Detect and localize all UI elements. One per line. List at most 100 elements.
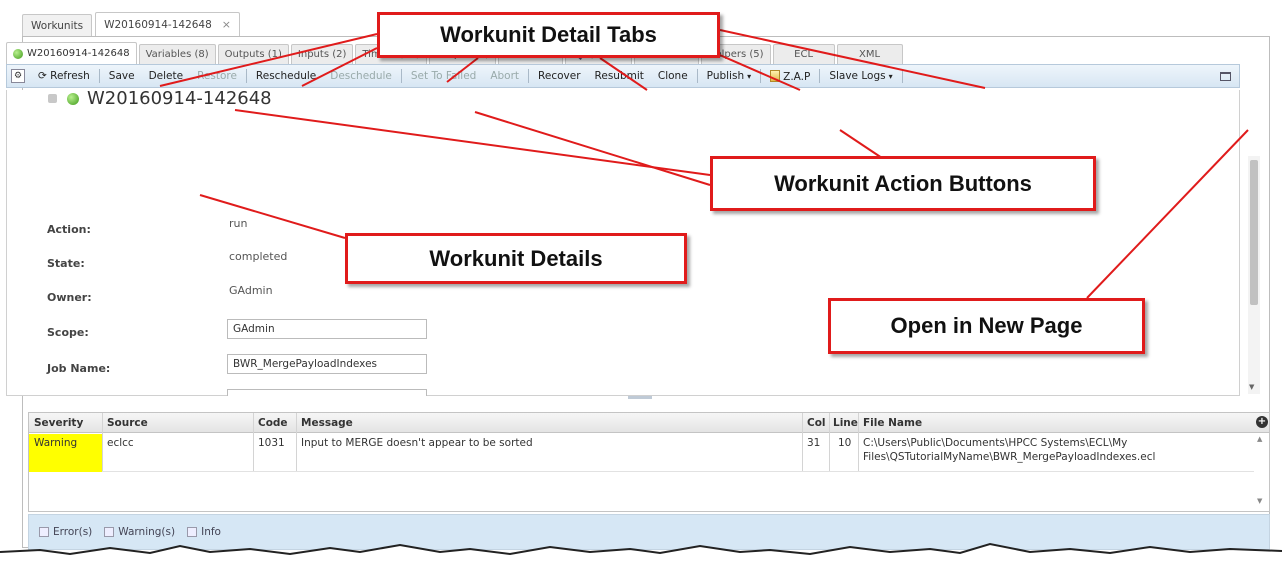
slave-logs-button[interactable]: Slave Logs ▾ (822, 70, 899, 82)
toolbar-divider (528, 69, 530, 83)
chevron-down-icon[interactable]: ▼ (1257, 497, 1262, 505)
status-ok-icon (67, 92, 79, 105)
column-header-source[interactable]: Source (107, 417, 148, 429)
scope-label: Scope: (47, 326, 89, 339)
column-header-message[interactable]: Message (301, 417, 353, 429)
workunit-action-toolbar: ⚙ ⟳ Refresh Save Delete Restore Reschedu… (6, 64, 1240, 88)
checkbox-icon (187, 527, 198, 537)
document-icon (770, 69, 781, 82)
tab-variables-label: Variables (8) (145, 49, 209, 60)
publish-button-label: Publish (706, 70, 745, 82)
source-cell: eclcc (107, 437, 134, 449)
tab-inputs-label: Inputs (2) (297, 49, 347, 60)
filter-warnings-checkbox[interactable]: Warning(s) (104, 526, 175, 538)
column-header-code[interactable]: Code (258, 417, 288, 429)
refresh-button-label: Refresh (50, 70, 90, 82)
details-scrollbar-thumb[interactable] (1250, 160, 1258, 305)
slave-logs-button-label: Slave Logs (829, 70, 886, 82)
publish-button[interactable]: Publish ▾ (700, 70, 758, 82)
chevron-down-icon[interactable]: ▼ (1249, 383, 1254, 391)
tab-ecl[interactable]: ECL (772, 44, 835, 64)
line-cell: 10 (838, 437, 852, 449)
recover-button[interactable]: Recover (531, 70, 587, 82)
owner-value: GAdmin (229, 284, 273, 297)
workunit-title-text: W20160914-142648 (87, 88, 272, 109)
toolbar-divider (901, 69, 903, 83)
workunit-title: W20160914-142648 (48, 88, 272, 109)
column-header-col[interactable]: Col (807, 417, 826, 429)
tab-workunits[interactable]: Workunits (22, 14, 93, 36)
toolbar-divider (98, 69, 100, 83)
pane-splitter-handle[interactable] (628, 396, 652, 399)
tab-workunits-label: Workunits (31, 19, 84, 32)
checkbox-icon (39, 527, 49, 537)
tab-variables[interactable]: Variables (8) (138, 44, 216, 64)
toolbar-divider (760, 69, 762, 83)
filter-errors-label: Error(s) (53, 526, 93, 538)
filter-errors-checkbox[interactable]: Error(s) (39, 526, 92, 538)
toolbar-divider (819, 69, 821, 83)
abort-button[interactable]: Abort (483, 70, 526, 82)
tab-workunit-current-label: W20160914-142648 (104, 18, 212, 31)
next-field-partial (227, 389, 427, 396)
owner-label: Owner: (47, 291, 92, 304)
filter-warnings-label: Warning(s) (118, 526, 176, 538)
state-label: State: (47, 257, 85, 270)
action-label: Action: (47, 223, 91, 236)
chevron-down-icon: ▾ (888, 72, 893, 81)
chevron-up-icon[interactable]: ▲ (1257, 435, 1262, 443)
state-value: completed (229, 250, 288, 263)
torn-paper-edge (0, 542, 1282, 565)
zap-button-label: Z.A.P (783, 70, 811, 83)
settings-icon[interactable]: ⚙ (11, 69, 25, 83)
filter-info-checkbox[interactable]: Info (187, 526, 221, 538)
column-header-severity[interactable]: Severity (34, 417, 83, 429)
tab-inputs[interactable]: Inputs (2) (290, 44, 354, 64)
deschedule-button[interactable]: Deschedule (323, 70, 399, 82)
status-ok-icon (13, 48, 23, 59)
set-to-failed-button[interactable]: Set To Failed (404, 70, 483, 82)
callout-open-in-new-page: Open in New Page (828, 298, 1145, 354)
job-name-label: Job Name: (47, 362, 111, 375)
toolbar-divider (245, 69, 247, 83)
column-header-file-name[interactable]: File Name (863, 417, 922, 429)
refresh-button[interactable]: ⟳ Refresh (31, 70, 97, 82)
delete-button[interactable]: Delete (142, 70, 191, 82)
reschedule-button[interactable]: Reschedule (249, 70, 323, 82)
tab-xml[interactable]: XML (836, 44, 903, 64)
table-row[interactable]: Warning eclcc 1031 Input to MERGE doesn'… (29, 434, 1254, 472)
checkbox-icon (104, 527, 115, 537)
lock-icon (48, 94, 57, 103)
tab-summary-label: W20160914-142648 (27, 48, 130, 59)
add-column-icon[interactable]: + (1256, 416, 1268, 428)
outer-tab-bar: Workunits W20160914-142648 × (22, 10, 243, 36)
toolbar-divider (400, 69, 402, 83)
action-value: run (229, 217, 248, 230)
errors-grid-header: Severity Source Code Message Col Line Fi… (29, 413, 1269, 433)
zap-button[interactable]: Z.A.P (763, 69, 817, 83)
callout-workunit-detail-tabs: Workunit Detail Tabs (377, 12, 720, 58)
job-name-input[interactable] (227, 354, 427, 374)
scope-input[interactable] (227, 319, 427, 339)
clone-button[interactable]: Clone (651, 70, 695, 82)
col-cell: 31 (807, 437, 821, 449)
chevron-down-icon: ▾ (747, 72, 752, 81)
save-button[interactable]: Save (102, 70, 142, 82)
toolbar-divider (696, 69, 698, 83)
close-icon[interactable]: × (222, 18, 231, 31)
tab-outputs[interactable]: Outputs (1) (217, 44, 289, 64)
tab-workunit-current[interactable]: W20160914-142648 × (95, 12, 241, 36)
file-name-cell-line2: Files\QSTutorialMyName\BWR_MergePayloadI… (863, 451, 1156, 463)
errors-grid: Severity Source Code Message Col Line Fi… (28, 412, 1270, 512)
resubmit-button[interactable]: Resubmit (588, 70, 651, 82)
message-cell: Input to MERGE doesn't appear to be sort… (301, 437, 533, 449)
restore-button[interactable]: Restore (190, 70, 244, 82)
tab-ecl-label: ECL (794, 49, 814, 60)
column-header-line[interactable]: Line (833, 417, 858, 429)
code-cell: 1031 (258, 437, 285, 449)
filter-info-label: Info (201, 526, 221, 538)
open-in-new-page-icon[interactable] (1220, 71, 1231, 81)
tab-xml-label: XML (859, 49, 881, 60)
tab-summary[interactable]: W20160914-142648 (6, 42, 137, 64)
callout-workunit-details: Workunit Details (345, 233, 687, 284)
